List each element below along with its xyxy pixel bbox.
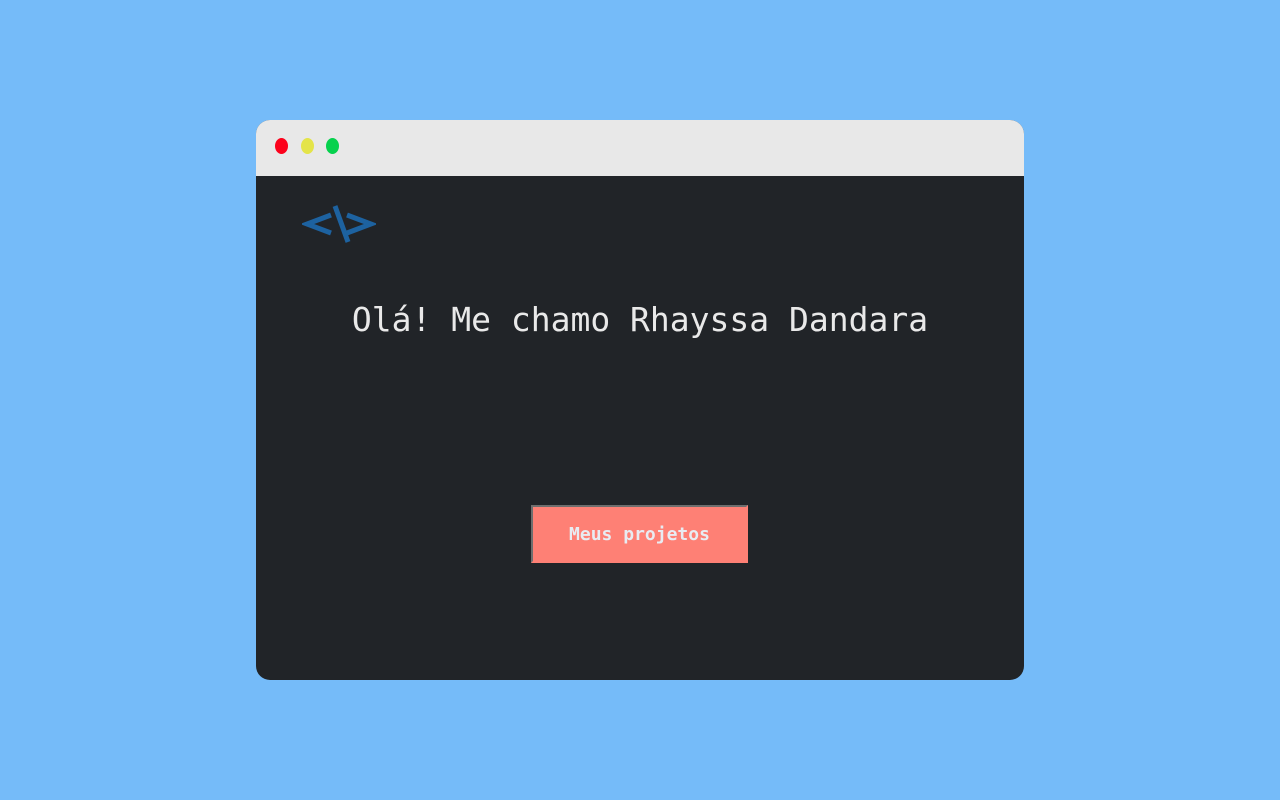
close-window-button[interactable]	[275, 138, 288, 154]
browser-window: Olá! Me chamo Rhayssa Dandara Meus proje…	[256, 120, 1024, 680]
window-titlebar	[256, 120, 1024, 176]
page-content: Olá! Me chamo Rhayssa Dandara Meus proje…	[256, 176, 1024, 680]
my-projects-button[interactable]: Meus projetos	[531, 505, 748, 563]
hero-headline: Olá! Me chamo Rhayssa Dandara	[351, 300, 929, 339]
code-brackets-icon	[302, 205, 376, 243]
maximize-window-button[interactable]	[326, 138, 339, 154]
minimize-window-button[interactable]	[301, 138, 314, 154]
